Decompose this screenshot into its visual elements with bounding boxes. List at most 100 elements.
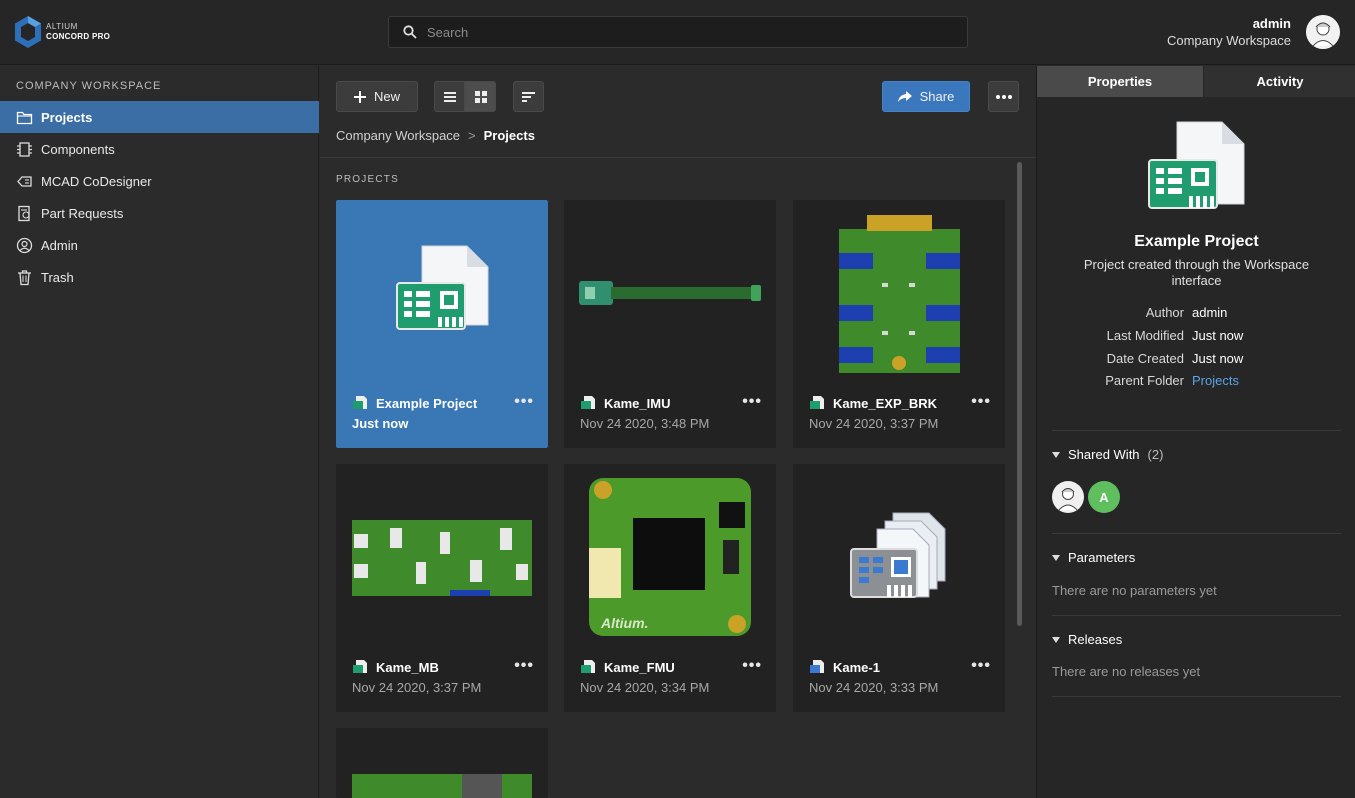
project-card-kame-exp-brk[interactable]: Kame_EXP_BRK ••• Nov 24 2020, 3:37 PM xyxy=(793,200,1005,448)
pcb-board-image xyxy=(352,774,532,798)
main-content: New Share Company Workspace > Projects P… xyxy=(320,66,1036,798)
more-options-button[interactable] xyxy=(988,81,1019,112)
releases-header[interactable]: Releases xyxy=(1052,632,1122,647)
project-menu-button[interactable]: ••• xyxy=(971,393,991,411)
project-date: Nov 24 2020, 3:33 PM xyxy=(809,680,939,695)
project-thumbnail xyxy=(336,464,548,649)
project-card-example-project[interactable]: Example Project ••• Just now xyxy=(336,200,548,448)
shared-with-label: Shared With xyxy=(1068,447,1140,462)
project-file-icon xyxy=(353,660,367,673)
project-menu-button[interactable]: ••• xyxy=(742,393,762,411)
search-icon xyxy=(403,25,417,39)
grid-view-button[interactable] xyxy=(465,81,496,112)
project-name: Example Project xyxy=(376,396,478,411)
project-thumbnail xyxy=(793,200,1005,385)
pcb-board-image: Altium. xyxy=(589,477,751,636)
plus-icon xyxy=(353,90,366,103)
prop-value: admin xyxy=(1192,305,1228,320)
user-name: admin xyxy=(1252,16,1291,31)
parent-folder-link[interactable]: Projects xyxy=(1192,373,1239,388)
properties-panel: Properties Activity Example Project Proj… xyxy=(1036,66,1355,798)
project-card-kame-fmu[interactable]: Altium. Kame_FMU ••• Nov 24 2020, 3:34 P… xyxy=(564,464,776,712)
project-card-partial[interactable] xyxy=(336,728,548,798)
project-name: Kame-1 xyxy=(833,660,880,675)
project-thumbnail: Altium. xyxy=(564,464,776,649)
panel-title: Example Project xyxy=(1134,233,1259,250)
sidebar-item-label: MCAD CoDesigner xyxy=(41,173,152,189)
project-card-kame-1[interactable]: Kame-1 ••• Nov 24 2020, 3:33 PM xyxy=(793,464,1005,712)
project-name: Kame_FMU xyxy=(604,660,675,675)
svg-text:Altium.: Altium. xyxy=(600,615,648,631)
parameters-empty-text: There are no parameters yet xyxy=(1052,583,1217,598)
sidebar-item-label: Projects xyxy=(41,109,93,125)
mcad-icon xyxy=(17,175,32,187)
project-file-icon xyxy=(581,660,595,673)
sidebar-item-components[interactable]: Components xyxy=(0,133,319,165)
new-button-label: New xyxy=(373,89,400,104)
divider xyxy=(1052,615,1341,616)
sidebar-item-label: Part Requests xyxy=(41,205,124,221)
tab-properties[interactable]: Properties xyxy=(1037,66,1203,97)
prop-value: Just now xyxy=(1192,351,1244,366)
sidebar-item-label: Admin xyxy=(41,237,78,253)
search-input[interactable] xyxy=(427,24,927,40)
sidebar-item-projects[interactable]: Projects xyxy=(0,101,319,133)
sidebar-item-trash[interactable]: Trash xyxy=(0,261,319,293)
project-date: Nov 24 2020, 3:37 PM xyxy=(352,680,482,695)
user-info[interactable]: admin Company Workspace xyxy=(1167,15,1291,49)
user-workspace: Company Workspace xyxy=(1166,33,1291,48)
logo-line2: CONCORD PRO xyxy=(46,32,111,41)
project-document-icon xyxy=(1148,121,1245,209)
project-name: Kame_EXP_BRK xyxy=(833,396,938,411)
shared-with-header[interactable]: Shared With (2) xyxy=(1052,447,1163,462)
scrollbar[interactable] xyxy=(1017,162,1022,626)
project-thumbnail xyxy=(793,464,1005,649)
user-avatar[interactable] xyxy=(1306,15,1340,49)
caret-down-icon xyxy=(1052,636,1060,643)
new-button[interactable]: New xyxy=(336,81,418,112)
app-logo[interactable]: ALTIUM CONCORD PRO xyxy=(14,15,110,49)
sidebar-item-admin[interactable]: Admin xyxy=(0,229,319,261)
project-menu-button[interactable]: ••• xyxy=(514,657,534,675)
pcb-board-image xyxy=(838,214,960,373)
prop-key: Last Modified xyxy=(1106,328,1184,343)
releases-empty-text: There are no releases yet xyxy=(1052,664,1201,679)
list-view-icon xyxy=(443,91,456,102)
shared-user-avatar-a[interactable]: A xyxy=(1088,481,1120,513)
divider xyxy=(320,157,1036,158)
share-icon xyxy=(897,90,912,102)
share-button[interactable]: Share xyxy=(882,81,970,112)
list-view-button[interactable] xyxy=(434,81,465,112)
pcb-board-image xyxy=(352,519,532,596)
prop-key: Date Created xyxy=(1106,351,1184,366)
shared-user-avatar[interactable] xyxy=(1052,481,1084,513)
search-box[interactable] xyxy=(388,16,968,48)
project-date: Nov 24 2020, 3:48 PM xyxy=(580,416,710,431)
breadcrumb: Company Workspace > Projects xyxy=(336,128,535,143)
project-card-kame-imu[interactable]: Kame_IMU ••• Nov 24 2020, 3:48 PM xyxy=(564,200,776,448)
sort-button[interactable] xyxy=(513,81,544,112)
avatar-icon xyxy=(1058,488,1078,511)
section-label: PROJECTS xyxy=(336,174,399,185)
project-menu-button[interactable]: ••• xyxy=(971,657,991,675)
tab-activity[interactable]: Activity xyxy=(1204,66,1355,97)
prop-value: Just now xyxy=(1192,328,1244,343)
sidebar-item-part-requests[interactable]: Part Requests xyxy=(0,197,319,229)
shared-with-count: (2) xyxy=(1147,447,1164,462)
project-document-icon xyxy=(396,245,489,330)
sidebar-item-mcad-codesigner[interactable]: MCAD CoDesigner xyxy=(0,165,319,197)
project-date: Nov 24 2020, 3:34 PM xyxy=(580,680,710,695)
pcb-flex-image xyxy=(579,280,761,305)
prop-key: Parent Folder xyxy=(1105,373,1184,388)
prop-date-created: Date Created Just now xyxy=(1037,351,1355,366)
project-menu-button[interactable]: ••• xyxy=(742,657,762,675)
sidebar-item-label: Components xyxy=(41,141,115,157)
divider xyxy=(1052,533,1341,534)
prop-last-modified: Last Modified Just now xyxy=(1037,328,1355,343)
breadcrumb-root[interactable]: Company Workspace xyxy=(336,128,460,143)
project-menu-button[interactable]: ••• xyxy=(514,393,534,411)
parameters-header[interactable]: Parameters xyxy=(1052,550,1135,565)
caret-down-icon xyxy=(1052,451,1060,458)
project-card-kame-mb[interactable]: Kame_MB ••• Nov 24 2020, 3:37 PM xyxy=(336,464,548,712)
divider xyxy=(1052,430,1341,431)
